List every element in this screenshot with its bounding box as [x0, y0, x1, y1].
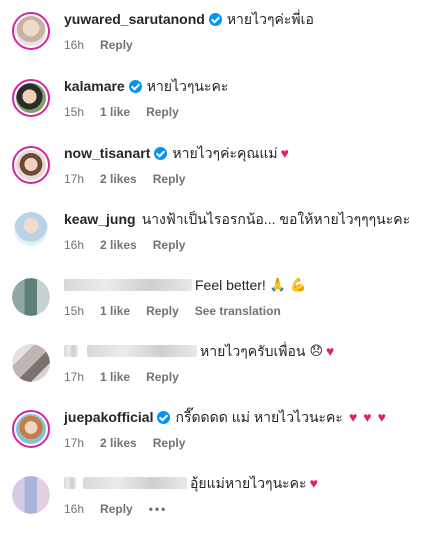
avatar-photo [12, 476, 50, 514]
like-count[interactable]: 1 like [100, 105, 130, 119]
like-count[interactable]: 1 like [100, 370, 130, 384]
redacted-username [87, 345, 197, 357]
username[interactable]: keaw_jung [64, 210, 136, 228]
comment-time: 16h [64, 502, 85, 516]
reply-button[interactable]: Reply [146, 304, 179, 318]
comment-text: Feel better! [195, 277, 266, 293]
heart-emoji-icon: ♥ [377, 409, 386, 425]
comment-text: หายไวๆค่ะพี่เอ [226, 11, 314, 27]
avatar[interactable] [12, 79, 50, 117]
heart-emoji-icon: ♥ [348, 409, 358, 425]
avatar-photo [14, 212, 48, 246]
flexed-biceps-emoji-icon: 💪 [290, 277, 307, 292]
comment-list: yuwared_sarutanond หายไวๆค่ะพี่เอ 16h Re… [0, 0, 435, 533]
more-options-icon[interactable]: ••• [149, 502, 168, 516]
reply-button[interactable]: Reply [153, 238, 186, 252]
username[interactable]: now_tisanart [64, 144, 150, 162]
verified-badge-icon [157, 410, 171, 424]
comment-time: 16h [64, 238, 85, 252]
avatar[interactable] [12, 344, 50, 382]
comment-time: 17h [64, 172, 85, 186]
like-count[interactable]: 1 like [100, 304, 130, 318]
username[interactable]: juepakofficial [64, 408, 153, 426]
avatar[interactable] [12, 12, 50, 50]
comment-text: หายไวๆค่ะคุณแม่ [172, 145, 278, 161]
reply-button[interactable]: Reply [153, 436, 186, 450]
comment-time: 15h [64, 304, 85, 318]
heart-emoji-icon: ♥ [280, 145, 289, 161]
praying-hands-emoji-icon: 🙏 [269, 277, 287, 292]
avatar-photo [16, 16, 46, 46]
heart-emoji-icon: ♥ [326, 343, 335, 359]
verified-badge-icon [128, 79, 142, 93]
comment-text: หายไวๆครับเพื่อน [200, 343, 306, 359]
avatar-photo [16, 150, 46, 180]
like-count[interactable]: 2 likes [100, 172, 137, 186]
username[interactable]: yuwared_sarutanond [64, 10, 205, 28]
comment-time: 16h [64, 38, 85, 52]
avatar[interactable] [12, 146, 50, 184]
avatar-photo [16, 414, 46, 444]
heart-emoji-icon: ♥ [363, 409, 372, 425]
username[interactable]: kalamare [64, 77, 125, 95]
like-count[interactable]: 2 likes [100, 436, 137, 450]
like-count[interactable]: 2 likes [100, 238, 137, 252]
reply-button[interactable]: Reply [146, 370, 179, 384]
redacted-username [64, 279, 192, 291]
comment-text: กรี๊ดดดด แม่ หายไวไวนะคะ [175, 409, 343, 425]
comment-time: 15h [64, 105, 85, 119]
avatar[interactable] [12, 278, 50, 316]
comment-time: 17h [64, 370, 85, 384]
avatar-photo [12, 278, 50, 316]
comment-text: หายไวๆนะคะ [146, 78, 229, 94]
avatar-photo [12, 344, 50, 382]
redacted-username [83, 477, 187, 489]
reply-button[interactable]: Reply [153, 172, 186, 186]
avatar[interactable] [14, 212, 48, 246]
verified-badge-icon [154, 146, 168, 160]
avatar[interactable] [12, 476, 50, 514]
see-translation-button[interactable]: See translation [195, 304, 281, 318]
reply-button[interactable]: Reply [100, 38, 133, 52]
sad-face-emoji-icon: 😞 [309, 343, 324, 358]
redacted-username [64, 345, 78, 357]
reply-button[interactable]: Reply [100, 502, 133, 516]
reply-button[interactable]: Reply [146, 105, 179, 119]
comment-text: นางฟ้าเป็นไรอรกน้อ... ขอให้หายไวๆๆๆนะคะ [141, 211, 411, 227]
comment-time: 17h [64, 436, 85, 450]
heart-emoji-icon: ♥ [309, 475, 318, 491]
verified-badge-icon [208, 12, 222, 26]
redacted-username [64, 477, 76, 489]
avatar-photo [16, 83, 46, 113]
comment-text: อุ้ยแม่หายไวๆนะคะ [190, 475, 307, 491]
avatar[interactable] [12, 410, 50, 448]
